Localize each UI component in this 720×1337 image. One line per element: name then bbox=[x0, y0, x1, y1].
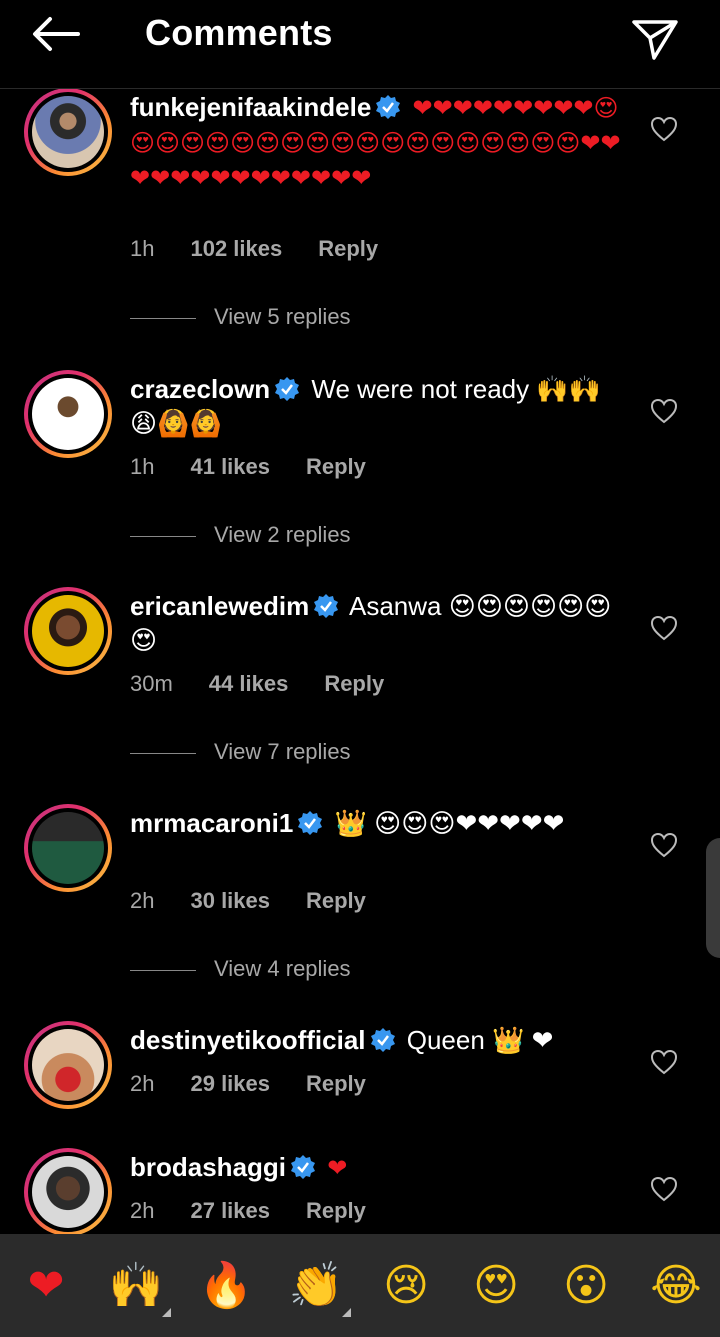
comment-time: 2h bbox=[130, 1198, 155, 1223]
avatar[interactable] bbox=[24, 1021, 112, 1109]
comment-username[interactable]: ericanlewedim bbox=[130, 591, 309, 621]
clapping-emoji-button[interactable]: 👏 bbox=[288, 1258, 344, 1314]
divider bbox=[130, 753, 196, 754]
verified-badge-icon bbox=[298, 811, 323, 835]
reply-button[interactable]: Reply bbox=[306, 454, 366, 479]
reply-button[interactable]: Reply bbox=[318, 236, 378, 261]
verified-badge-icon bbox=[370, 1028, 395, 1052]
comment-time: 1h bbox=[130, 236, 155, 261]
skin-tone-indicator bbox=[342, 1308, 351, 1317]
comment-username[interactable]: funkejenifaakindele bbox=[130, 92, 371, 122]
heart-emoji-button[interactable]: ❤ bbox=[18, 1258, 74, 1314]
comment-username[interactable]: brodashaggi bbox=[130, 1152, 286, 1182]
verified-badge-icon bbox=[275, 377, 300, 401]
view-replies-button[interactable]: View 4 replies bbox=[130, 956, 530, 986]
comment-username[interactable]: mrmacaroni1 bbox=[130, 808, 293, 838]
comment-body: ❤ bbox=[327, 1154, 348, 1182]
comment-likes[interactable]: 44 likes bbox=[209, 671, 289, 696]
verified-badge-icon bbox=[376, 95, 401, 119]
scroll-handle[interactable] bbox=[706, 838, 720, 958]
page-title: Comments bbox=[145, 12, 333, 53]
fire-emoji-button[interactable]: 🔥 bbox=[198, 1258, 254, 1314]
comments-list[interactable]: funkejenifaakindele ❤❤❤❤❤❤❤❤❤😍😍😍😍😍😍😍😍😍😍😍… bbox=[0, 88, 720, 1234]
comment-likes[interactable]: 41 likes bbox=[190, 454, 270, 479]
back-arrow-icon[interactable] bbox=[30, 14, 82, 54]
comment-time: 2h bbox=[130, 1071, 155, 1096]
view-replies-button[interactable]: View 5 replies bbox=[130, 304, 530, 334]
comment-body: Queen 👑 ❤ bbox=[406, 1025, 554, 1055]
divider bbox=[130, 318, 196, 319]
verified-badge-icon bbox=[291, 1155, 316, 1179]
like-heart-icon[interactable] bbox=[650, 832, 678, 858]
reply-button[interactable]: Reply bbox=[324, 671, 384, 696]
crying-face-emoji-button[interactable]: 😢 bbox=[378, 1258, 434, 1314]
send-icon[interactable] bbox=[630, 16, 680, 62]
verified-badge-icon bbox=[314, 594, 339, 618]
comment-likes[interactable]: 30 likes bbox=[190, 888, 270, 913]
emoji-quick-bar: ❤ 🙌 🔥 👏 😢 😍 😮 😂 bbox=[0, 1234, 720, 1337]
avatar[interactable] bbox=[24, 587, 112, 675]
view-replies-button[interactable]: View 7 replies bbox=[130, 739, 530, 769]
comment-likes[interactable]: 27 likes bbox=[190, 1198, 270, 1223]
comment-username[interactable]: destinyetikoofficial bbox=[130, 1025, 366, 1055]
comment-likes[interactable]: 102 likes bbox=[190, 236, 282, 261]
avatar[interactable] bbox=[24, 804, 112, 892]
comment-likes[interactable]: 29 likes bbox=[190, 1071, 270, 1096]
comment-time: 30m bbox=[130, 671, 173, 696]
comment-time: 2h bbox=[130, 888, 155, 913]
heart-eyes-emoji-button[interactable]: 😍 bbox=[468, 1258, 524, 1314]
raising-hands-emoji-button[interactable]: 🙌 bbox=[108, 1258, 164, 1314]
reply-button[interactable]: Reply bbox=[306, 1198, 366, 1223]
avatar[interactable] bbox=[24, 1148, 112, 1234]
like-heart-icon[interactable] bbox=[650, 116, 678, 142]
comment-body: 👑 😍😍😍❤❤❤❤❤ bbox=[334, 808, 565, 838]
tears-of-joy-emoji-button[interactable]: 😂 bbox=[648, 1258, 704, 1314]
divider bbox=[130, 970, 196, 971]
like-heart-icon[interactable] bbox=[650, 1176, 678, 1202]
reply-button[interactable]: Reply bbox=[306, 888, 366, 913]
like-heart-icon[interactable] bbox=[650, 398, 678, 424]
divider bbox=[130, 536, 196, 537]
comment-username[interactable]: crazeclown bbox=[130, 374, 270, 404]
avatar[interactable] bbox=[24, 88, 112, 176]
view-replies-button[interactable]: View 2 replies bbox=[130, 522, 530, 552]
header-bar: Comments bbox=[0, 0, 720, 89]
skin-tone-indicator bbox=[162, 1308, 171, 1317]
like-heart-icon[interactable] bbox=[650, 1049, 678, 1075]
like-heart-icon[interactable] bbox=[650, 615, 678, 641]
comment-time: 1h bbox=[130, 454, 155, 479]
surprised-face-emoji-button[interactable]: 😮 bbox=[558, 1258, 614, 1314]
avatar[interactable] bbox=[24, 370, 112, 458]
reply-button[interactable]: Reply bbox=[306, 1071, 366, 1096]
